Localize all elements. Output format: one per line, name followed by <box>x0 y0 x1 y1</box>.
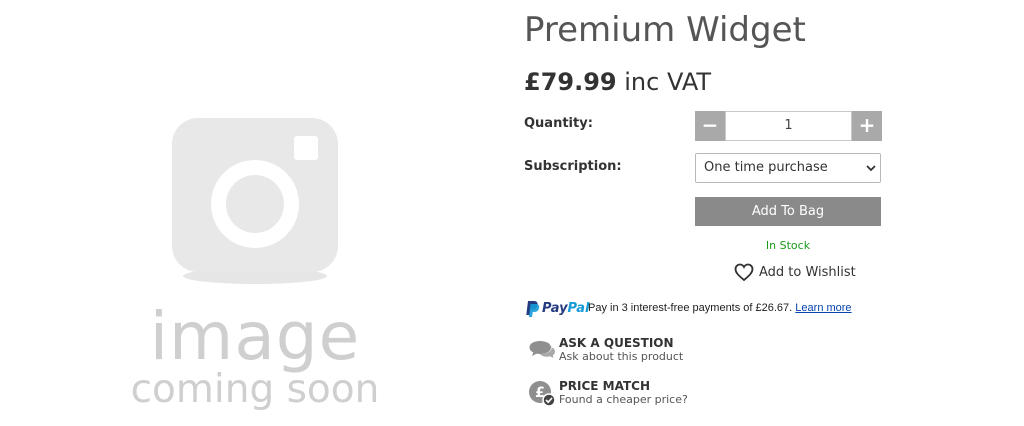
price-match-subtitle: Found a cheaper price? <box>559 393 688 406</box>
quantity-input[interactable]: 1 <box>725 111 852 141</box>
add-to-bag-button[interactable]: Add To Bag <box>695 197 881 226</box>
placeholder-text-image: image <box>149 298 361 375</box>
camera-icon <box>172 118 338 284</box>
paypal-message: PayPal Pay in 3 interest-free payments o… <box>524 299 904 319</box>
chevron-down-icon <box>866 165 876 172</box>
ask-a-question-link[interactable]: ASK A QUESTION Ask about this product <box>528 336 888 372</box>
product-image-placeholder: image coming soon <box>120 0 390 426</box>
paypal-learn-more-link[interactable]: Learn more <box>795 302 851 314</box>
subscription-label: Subscription: <box>524 159 622 174</box>
paypal-brand-pal: Pal <box>567 301 590 316</box>
heart-icon <box>734 263 754 282</box>
speech-bubbles-icon <box>529 341 555 358</box>
quantity-increase-button[interactable]: + <box>852 111 882 141</box>
wishlist-label: Add to Wishlist <box>759 265 856 280</box>
price-match-link[interactable]: £ PRICE MATCH Found a cheaper price? <box>528 379 888 415</box>
pound-tag-check-icon: £ <box>529 381 556 407</box>
ask-a-question-title: ASK A QUESTION <box>559 336 674 350</box>
product-price: £79.99 inc VAT <box>524 68 711 96</box>
ask-a-question-subtitle: Ask about this product <box>559 350 684 363</box>
paypal-brand-pay: Pay <box>542 301 568 316</box>
price-amount: £79.99 <box>524 68 617 96</box>
subscription-select[interactable]: One time purchase <box>695 153 881 183</box>
paypal-brand: PayPal <box>542 301 589 316</box>
product-title: Premium Widget <box>524 10 806 50</box>
paypal-text: Pay in 3 interest-free payments of £26.6… <box>588 302 852 314</box>
paypal-installment-message: Pay in 3 interest-free payments of £26.6… <box>588 302 793 314</box>
stock-status: In Stock <box>765 239 811 252</box>
price-match-title: PRICE MATCH <box>559 379 651 393</box>
quantity-stepper: − 1 + <box>695 111 882 141</box>
quantity-decrease-button[interactable]: − <box>695 111 725 141</box>
subscription-selected-value: One time purchase <box>704 160 828 175</box>
quantity-label: Quantity: <box>524 116 593 131</box>
price-suffix: inc VAT <box>624 68 712 96</box>
placeholder-text-coming-soon: coming soon <box>130 367 380 412</box>
paypal-logo-icon <box>526 301 540 317</box>
